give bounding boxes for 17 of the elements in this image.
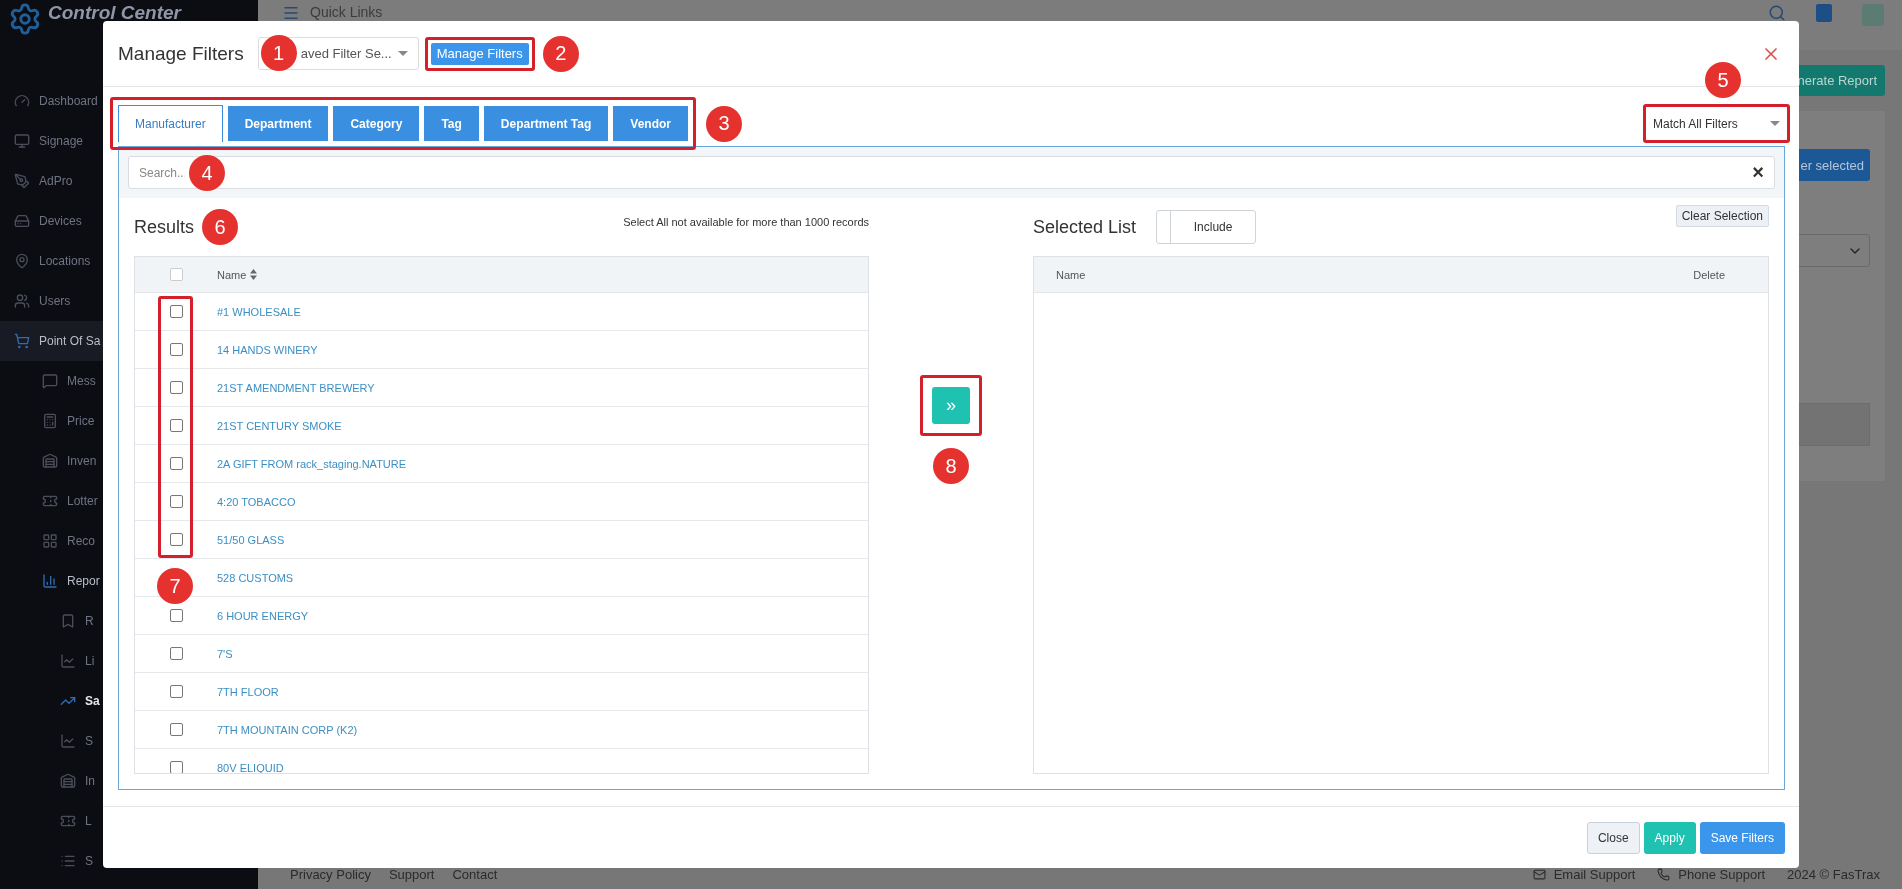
logo-text: Control Center [48, 2, 181, 24]
column-header: Name [1055, 268, 1086, 281]
callout-number: 8 [933, 448, 969, 484]
callout-number: 6 [202, 209, 239, 245]
modal-title: Manage Filters [118, 42, 244, 65]
copyright-text: 2024 © FasTrax [1787, 866, 1880, 882]
topbar-title: Quick Links [310, 4, 383, 20]
column-header: Delete [1693, 268, 1726, 281]
callout-number: 5 [1705, 62, 1741, 98]
selected-list-title: Selected List [1033, 216, 1137, 238]
note-text: Select All not available for more than 1000 records [623, 216, 869, 228]
results-title: Results [134, 216, 195, 238]
callout-number: 1 [260, 35, 297, 71]
callout-number: 7 [157, 568, 193, 604]
callout-number: 4 [189, 155, 225, 191]
callout-number: 3 [706, 105, 742, 142]
callout-number: 2 [542, 35, 579, 72]
